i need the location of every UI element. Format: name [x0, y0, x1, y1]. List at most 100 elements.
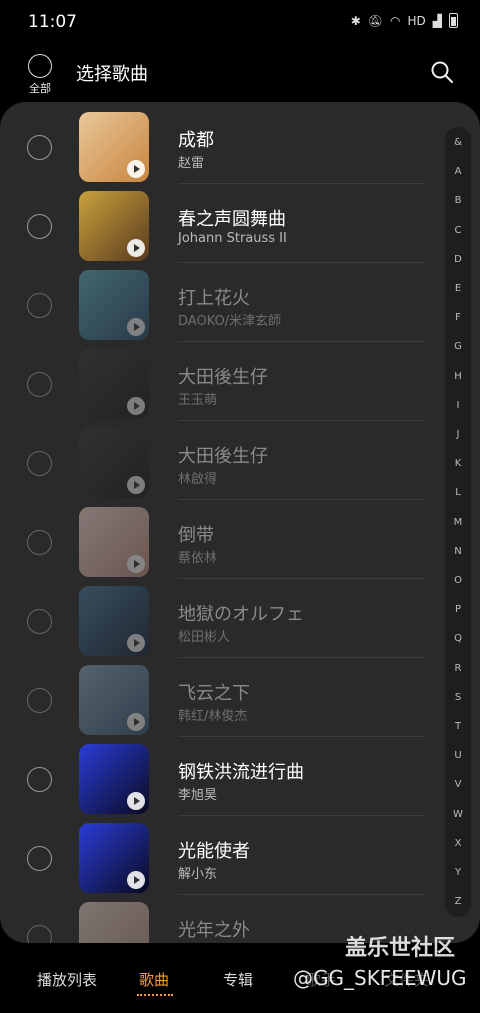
song-artist: 解小东 [178, 867, 218, 882]
song-title: 大田後生仔 [178, 446, 268, 467]
album-art [79, 428, 149, 498]
alpha-index-letter[interactable]: Y [445, 867, 471, 878]
alpha-index-letter[interactable]: C [445, 225, 471, 236]
alpha-index-letter[interactable]: & [445, 137, 471, 148]
play-icon[interactable] [127, 397, 145, 415]
alpha-index-letter[interactable]: V [445, 779, 471, 790]
wifi-icon: ◠ [390, 13, 401, 28]
song-checkbox[interactable] [27, 609, 52, 634]
alpha-index-letter[interactable]: D [445, 254, 471, 265]
alpha-index-letter[interactable]: W [445, 809, 471, 820]
alpha-index-letter[interactable]: K [445, 458, 471, 469]
song-row[interactable]: 倒带 蔡依林 [0, 500, 430, 579]
alpha-index-letter[interactable]: G [445, 341, 471, 352]
song-row[interactable]: 大田後生仔 林啟得 [0, 421, 430, 500]
song-artist: 王玉萌 [178, 393, 218, 408]
alphabet-index-scrollbar[interactable]: & A B C D E F G H I J K L M N O P Q R S T U V W X Y Z [445, 127, 471, 917]
alpha-index-letter[interactable]: M [445, 517, 471, 528]
song-artist: 蔡依林 [178, 551, 218, 566]
song-checkbox[interactable] [27, 135, 52, 160]
status-time: 11:07 [28, 12, 77, 32]
alpha-index-letter[interactable]: E [445, 283, 471, 294]
play-icon[interactable] [127, 792, 145, 810]
song-row[interactable]: 钢铁洪流进行曲李旭昊 [0, 737, 430, 816]
play-icon[interactable] [127, 871, 145, 889]
alpha-index-letter[interactable]: T [445, 721, 471, 732]
alpha-index-letter[interactable]: Z [445, 896, 471, 907]
album-art [79, 902, 149, 943]
alpha-index-letter[interactable]: Q [445, 633, 471, 644]
song-title: 光年之外 [178, 920, 250, 941]
alpha-index-letter[interactable]: L [445, 487, 471, 498]
alpha-index-letter[interactable]: P [445, 604, 471, 615]
alpha-index-letter[interactable]: U [445, 750, 471, 761]
song-checkbox[interactable] [27, 767, 52, 792]
alpha-index-letter[interactable]: J [445, 429, 471, 440]
song-list[interactable]: 成都赵雷春之声圆舞曲 Johann Strauss II 打上花火 DAOKO/米津玄… [0, 102, 480, 943]
song-title: 大田後生仔 [178, 367, 268, 388]
song-row[interactable]: 成都 赵雷 [0, 105, 430, 184]
song-artist: 韩红/林俊杰 [178, 709, 248, 724]
song-checkbox[interactable] [27, 530, 52, 555]
alpha-index-letter[interactable]: A [445, 166, 471, 177]
alpha-index-letter[interactable]: O [445, 575, 471, 586]
active-tab-indicator [137, 994, 173, 997]
alpha-index-letter[interactable]: I [445, 400, 471, 411]
song-artist: 林啟得 [178, 472, 218, 487]
song-checkbox[interactable] [27, 451, 52, 476]
song-checkbox[interactable] [27, 925, 52, 943]
song-row[interactable]: 地獄のオルフェ 松田彬人 [0, 579, 430, 658]
alpha-index-letter[interactable]: S [445, 692, 471, 703]
song-checkbox[interactable] [27, 846, 52, 871]
song-artist: DAOKO/米津玄師 [178, 314, 282, 329]
album-art [79, 744, 149, 814]
song-checkbox[interactable] [27, 214, 52, 239]
song-title: 飞云之下 [178, 683, 250, 704]
song-title: 钢铁洪流进行曲 [178, 762, 304, 783]
alpha-index-letter[interactable]: B [445, 195, 471, 206]
tab-songs[interactable]: 歌曲 [139, 969, 169, 990]
play-icon[interactable] [127, 555, 145, 573]
song-title: 倒带 [178, 525, 214, 546]
play-icon[interactable] [127, 713, 145, 731]
song-row[interactable]: 飞云之下韩红/林俊杰 [0, 658, 430, 737]
song-row[interactable]: 打上花火 DAOKO/米津玄師 [0, 263, 430, 342]
album-art [79, 665, 149, 735]
album-art [79, 823, 149, 893]
song-row[interactable]: 春之声圆舞曲 Johann Strauss II [0, 184, 430, 263]
play-icon[interactable] [127, 239, 145, 257]
alpha-index-letter[interactable]: F [445, 312, 471, 323]
song-artist: 李旭昊 [178, 788, 218, 803]
play-icon[interactable] [127, 318, 145, 336]
song-checkbox[interactable] [27, 293, 52, 318]
song-checkbox[interactable] [27, 688, 52, 713]
tab-albums[interactable]: 专辑 [223, 969, 253, 990]
play-icon[interactable] [127, 160, 145, 178]
status-bar: 11:07 ✱ 🔕︎ ◠ HD ▟ [0, 0, 480, 44]
play-icon[interactable] [127, 634, 145, 652]
alpha-index-letter[interactable]: R [445, 663, 471, 674]
select-all-circle-icon[interactable] [28, 54, 52, 78]
song-artist: 赵雷 [178, 156, 205, 171]
song-title: 成都 [178, 130, 214, 151]
alpha-index-letter[interactable]: N [445, 546, 471, 557]
select-all-checkbox[interactable]: 全部 [22, 54, 58, 96]
alpha-index-letter[interactable]: H [445, 371, 471, 382]
tab-playlists[interactable]: 播放列表 [37, 969, 97, 990]
search-icon[interactable] [430, 60, 454, 84]
page-title: 选择歌曲 [76, 64, 148, 85]
song-artist: Johann Strauss II [178, 231, 287, 246]
alpha-index-letter[interactable]: X [445, 838, 471, 849]
play-icon[interactable] [127, 476, 145, 494]
status-icons: ✱ 🔕︎ ◠ HD ▟ [351, 13, 458, 28]
album-art [79, 507, 149, 577]
album-art [79, 586, 149, 656]
song-row[interactable]: 大田後生仔 王玉萌 [0, 342, 430, 421]
album-art [79, 112, 149, 182]
album-art [79, 270, 149, 340]
hd-label: HD [407, 13, 426, 28]
top-bar: 全部 选择歌曲 [0, 44, 480, 104]
album-art [79, 191, 149, 261]
song-checkbox[interactable] [27, 372, 52, 397]
song-row[interactable]: 光能使者 解小东 [0, 816, 430, 895]
